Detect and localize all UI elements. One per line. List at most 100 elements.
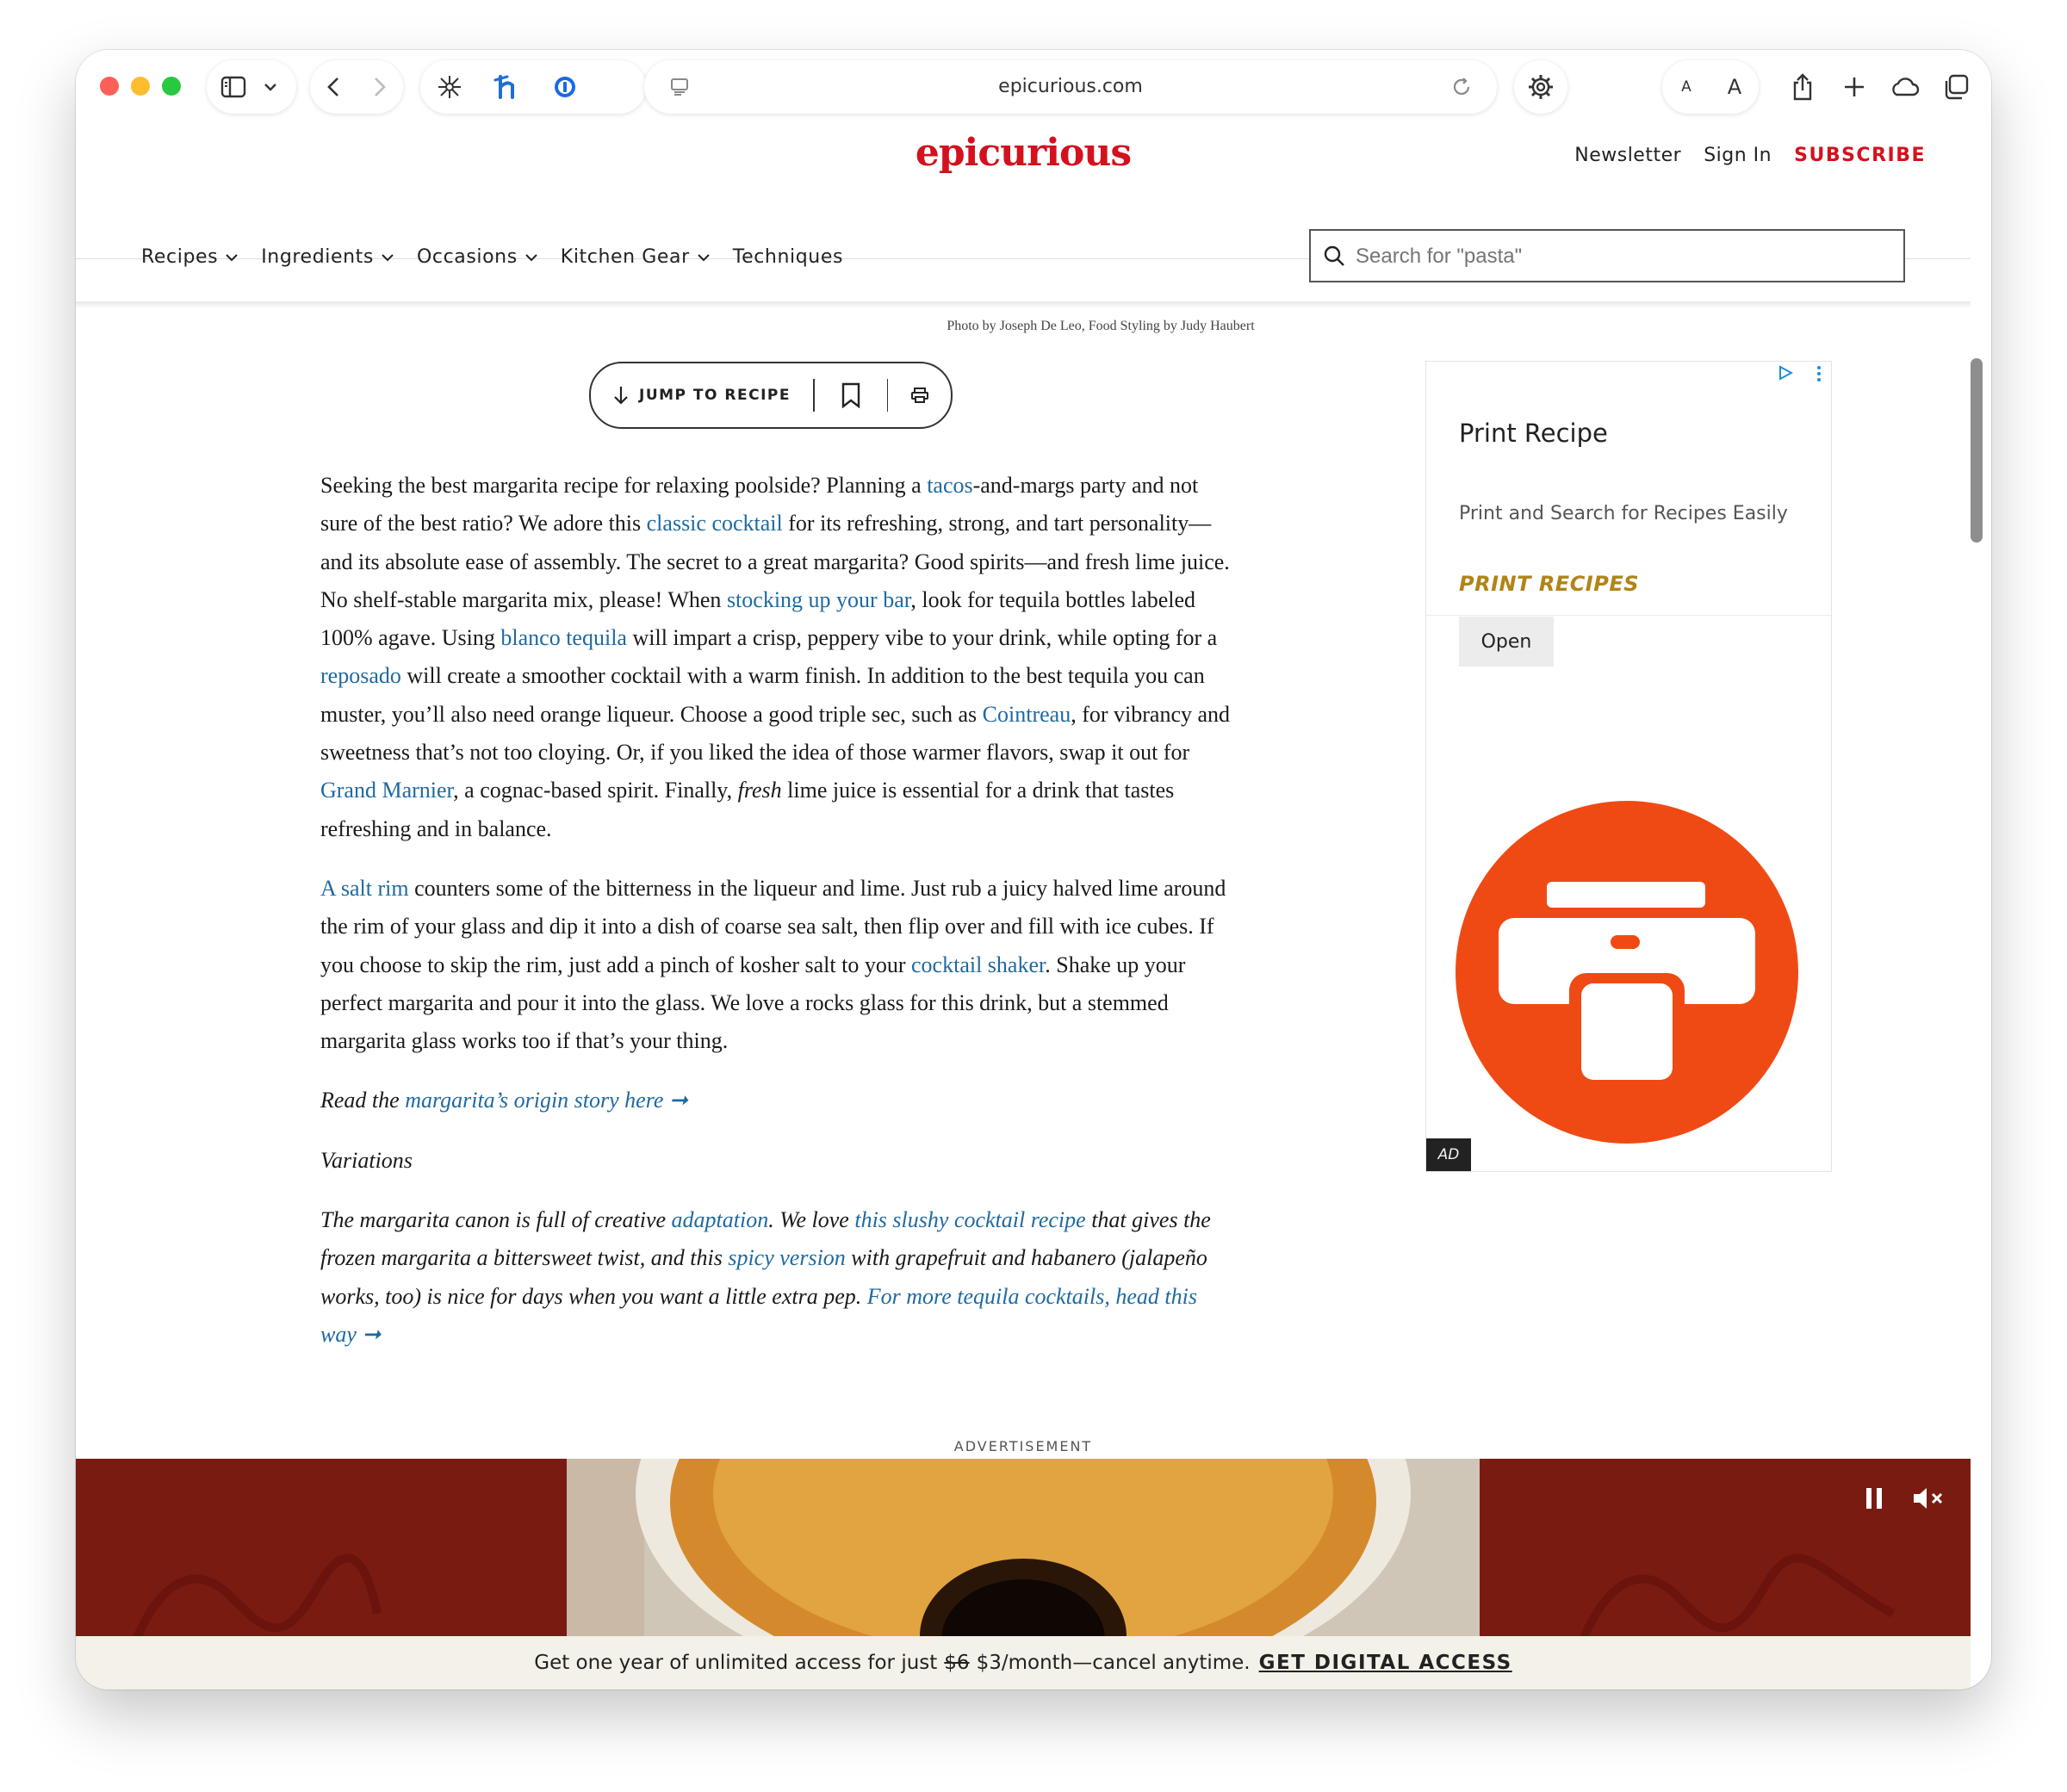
tab-overview-icon[interactable] <box>1929 60 1983 114</box>
ad-label: AD <box>1426 1138 1471 1171</box>
search-input[interactable] <box>1354 231 1891 282</box>
chevron-down-icon <box>525 253 537 261</box>
text-smaller-button[interactable]: A <box>1662 60 1710 114</box>
nav-item-ingredients[interactable]: Ingredients <box>261 246 394 268</box>
classic-cocktail-link[interactable]: classic cocktail <box>647 511 783 536</box>
cointreau-link[interactable]: Cointreau <box>983 702 1071 727</box>
adchoices-icon[interactable] <box>1778 365 1793 381</box>
advertisement-label: ADVERTISEMENT <box>953 1438 1093 1454</box>
ad-background-script-icon <box>1580 1553 1896 1636</box>
sign-in-link[interactable]: Sign In <box>1704 145 1772 166</box>
ad-description: Print and Search for Recipes Easily <box>1459 503 1788 524</box>
article-paragraph: Read the margarita’s origin story here ➞ <box>320 1082 1233 1119</box>
spicy-version-link[interactable]: spicy version <box>728 1245 845 1270</box>
print-recipe-ad[interactable]: Print Recipe Print and Search for Recipe… <box>1425 361 1832 1172</box>
minimize-window-button[interactable] <box>131 77 150 96</box>
photo-credit: Photo by Joseph De Leo, Food Styling by … <box>947 319 1255 333</box>
reload-icon[interactable] <box>1435 60 1488 114</box>
adaptation-link[interactable]: adaptation <box>672 1207 769 1232</box>
password-manager-icon[interactable] <box>536 60 594 114</box>
save-button[interactable] <box>815 382 887 408</box>
back-icon[interactable] <box>310 60 357 114</box>
paragraph-text: Seeking the best margarita recipe for re… <box>320 473 928 498</box>
nav-item-recipes[interactable]: Recipes <box>141 246 239 268</box>
main-nav: Recipes Ingredients Occasions Kitchen Ge… <box>141 246 843 268</box>
extension-network-icon[interactable] <box>420 60 479 114</box>
forward-icon[interactable] <box>357 60 403 114</box>
printer-icon <box>1456 801 1798 1144</box>
print-button[interactable] <box>888 387 951 404</box>
variations-heading: Variations <box>320 1142 1233 1180</box>
jump-to-recipe-button[interactable]: JUMP TO RECIPE <box>591 385 799 406</box>
zoom-window-button[interactable] <box>162 77 181 96</box>
reposado-link[interactable]: reposado <box>320 663 401 688</box>
close-window-button[interactable] <box>100 77 119 96</box>
chevron-down-icon <box>698 253 710 261</box>
chevron-down-icon[interactable] <box>251 60 289 114</box>
chevron-down-icon <box>382 253 394 261</box>
salt-rim-link[interactable]: A salt rim <box>320 876 409 901</box>
text-larger-button[interactable]: A <box>1710 60 1759 114</box>
header-shadow <box>76 301 1971 308</box>
paywall-text: $3/month—cancel anytime. <box>976 1652 1251 1674</box>
browser-toolbar: epicurious.com A A <box>76 50 1991 124</box>
paywall-text: Get one year of unlimited access for jus… <box>534 1652 938 1674</box>
paragraph-text: , a cognac-based spirit. Finally, <box>453 778 738 803</box>
paragraph-text: The margarita canon is full of creative <box>320 1207 672 1233</box>
nav-item-kitchen-gear[interactable]: Kitchen Gear <box>561 246 711 268</box>
chevron-down-icon <box>226 253 238 261</box>
paragraph-text: Read the <box>320 1088 406 1113</box>
paywall-old-price: $6 <box>944 1652 970 1674</box>
blanco-tequila-link[interactable]: blanco tequila <box>500 625 627 650</box>
url-text: epicurious.com <box>998 76 1143 97</box>
nav-item-label: Ingredients <box>261 246 374 268</box>
bookmark-icon <box>841 382 860 408</box>
get-digital-access-link[interactable]: GET DIGITAL ACCESS <box>1259 1652 1512 1674</box>
gear-icon[interactable] <box>1514 60 1567 114</box>
ad-open-button[interactable]: Open <box>1459 617 1554 667</box>
nav-item-label: Recipes <box>141 246 219 268</box>
origin-story-link[interactable]: margarita’s origin story here ➞ <box>405 1088 688 1113</box>
newsletter-link[interactable]: Newsletter <box>1574 145 1681 166</box>
article-paragraph: A salt rim counters some of the bitterne… <box>320 870 1233 1060</box>
new-tab-icon[interactable] <box>1828 60 1881 114</box>
search-icon <box>1324 245 1344 266</box>
nav-item-label: Occasions <box>416 246 518 268</box>
scrollbar-thumb[interactable] <box>1971 358 1983 543</box>
stocking-bar-link[interactable]: stocking up your bar <box>727 587 910 612</box>
jump-to-recipe-label: JUMP TO RECIPE <box>639 387 791 404</box>
grand-marnier-link[interactable]: Grand Marnier <box>320 778 453 803</box>
divider <box>1426 615 1831 616</box>
more-options-icon[interactable] <box>1816 365 1822 382</box>
ad-cta[interactable]: PRINT RECIPES <box>1459 572 1639 596</box>
share-icon[interactable] <box>1776 60 1829 114</box>
nav-item-label: Kitchen Gear <box>560 246 690 268</box>
video-ad[interactable] <box>76 1459 1971 1636</box>
nav-item-techniques[interactable]: Techniques <box>733 246 843 268</box>
article-paragraph: Seeking the best margarita recipe for re… <box>320 467 1233 848</box>
cocktail-shaker-link[interactable]: cocktail shaker <box>911 952 1045 977</box>
recipe-action-bar: JUMP TO RECIPE <box>589 362 953 429</box>
tacos-link[interactable]: tacos <box>927 473 972 498</box>
mute-icon[interactable] <box>1912 1486 1946 1510</box>
address-bar[interactable]: epicurious.com <box>644 60 1497 114</box>
browser-window: epicurious.com A A epicurious Newsletter <box>76 50 1991 1690</box>
nav-item-label: Techniques <box>732 246 844 268</box>
ad-background-script-icon <box>133 1553 382 1636</box>
subscribe-link[interactable]: SUBSCRIBE <box>1794 145 1926 166</box>
paragraph-text: will impart a crisp, peppery vibe to you… <box>626 625 1218 651</box>
article-body: Seeking the best margarita recipe for re… <box>320 467 1233 1375</box>
pause-icon[interactable] <box>1864 1486 1884 1510</box>
nav-item-occasions[interactable]: Occasions <box>417 246 538 268</box>
paywall-banner: Get one year of unlimited access for jus… <box>76 1636 1971 1690</box>
arrow-down-icon <box>614 387 628 405</box>
honey-extension-icon[interactable] <box>477 60 536 114</box>
ad-title[interactable]: Print Recipe <box>1459 419 1608 448</box>
slushy-recipe-link[interactable]: this slushy cocktail recipe <box>854 1207 1085 1232</box>
site-search <box>1309 229 1905 282</box>
paragraph-text: . We love <box>768 1207 855 1233</box>
cocktail-video-frame <box>567 1459 1480 1636</box>
article-paragraph: The margarita canon is full of creative … <box>320 1201 1233 1354</box>
icloud-tabs-icon[interactable] <box>1878 60 1931 114</box>
heading-text: Variations <box>320 1147 413 1173</box>
